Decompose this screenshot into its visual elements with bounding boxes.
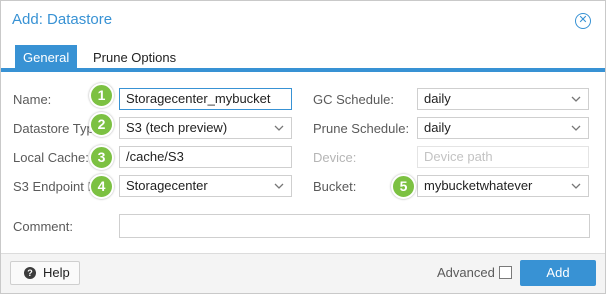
help-button[interactable]: ? Help <box>10 261 80 285</box>
bucket-select[interactable]: mybucketwhatever <box>417 175 589 197</box>
gc-schedule-value: daily <box>424 91 451 106</box>
callout-badge-1: 1 <box>89 83 114 108</box>
callout-badge-5: 5 <box>391 174 416 199</box>
bucket-value: mybucketwhatever <box>424 178 533 193</box>
gc-schedule-select[interactable]: daily <box>417 88 589 110</box>
chevron-down-icon <box>274 183 284 189</box>
device-field: Device path <box>417 146 589 168</box>
dialog-title: Add: Datastore <box>12 11 113 28</box>
chevron-down-icon <box>274 125 284 131</box>
local-cache-field[interactable]: /cache/S3 <box>119 146 292 168</box>
datastore-type-value: S3 (tech preview) <box>126 120 228 135</box>
s3-endpoint-value: Storagecenter <box>126 178 208 193</box>
callout-badge-3: 3 <box>89 145 114 170</box>
advanced-label: Advanced <box>437 265 495 280</box>
comment-field[interactable] <box>119 214 590 238</box>
add-button[interactable]: Add <box>520 260 596 286</box>
question-circle-icon: ? <box>24 267 36 279</box>
advanced-checkbox[interactable] <box>499 266 512 279</box>
close-icon[interactable]: ✕ <box>575 13 591 29</box>
chevron-down-icon <box>571 183 581 189</box>
add-datastore-dialog: Add: Datastore ✕ General Prune Options N… <box>0 0 606 294</box>
prune-schedule-value: daily <box>424 120 451 135</box>
tab-general[interactable]: General <box>15 45 78 71</box>
chevron-down-icon <box>571 125 581 131</box>
help-button-label: Help <box>43 265 70 280</box>
callout-badge-2: 2 <box>89 112 114 137</box>
prune-schedule-label: Prune Schedule: <box>313 121 410 136</box>
prune-schedule-select[interactable]: daily <box>417 117 589 139</box>
gc-schedule-label: GC Schedule: <box>313 92 394 107</box>
device-label: Device: <box>313 150 357 165</box>
tab-bar: General Prune Options <box>1 45 605 72</box>
bucket-label: Bucket: <box>313 179 357 194</box>
dialog-footer: ? Help Advanced Add <box>1 253 605 293</box>
name-field[interactable]: Storagecenter_mybucket <box>119 88 292 110</box>
dialog-titlebar: Add: Datastore ✕ <box>1 1 605 39</box>
chevron-down-icon <box>571 96 581 102</box>
comment-label: Comment: <box>13 219 73 234</box>
callout-badge-4: 4 <box>89 174 114 199</box>
tab-prune-options[interactable]: Prune Options <box>85 45 184 71</box>
s3-endpoint-select[interactable]: Storagecenter <box>119 175 292 197</box>
datastore-type-select[interactable]: S3 (tech preview) <box>119 117 292 139</box>
